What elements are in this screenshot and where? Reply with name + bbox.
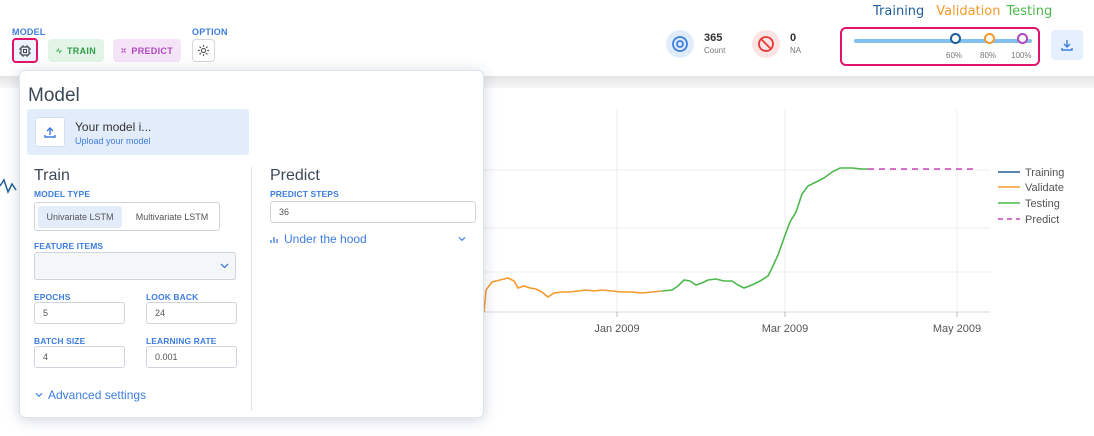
advanced-settings-label: Advanced settings	[48, 388, 147, 402]
predict-button[interactable]: PREDICT	[113, 39, 181, 62]
model-button[interactable]	[12, 38, 38, 63]
batch-size-label: BATCH SIZE	[34, 336, 86, 346]
split-handle-validation[interactable]	[984, 33, 995, 44]
panel-title: Model	[28, 85, 80, 106]
model-section-label: MODEL	[12, 27, 46, 37]
split-handle-testing[interactable]	[1017, 33, 1028, 44]
chevron-down-icon	[35, 392, 43, 398]
model-type-label: MODEL TYPE	[34, 189, 91, 199]
split-legend-testing: Testing	[1006, 4, 1053, 19]
bar-chart-icon	[270, 236, 278, 243]
activity-icon	[56, 47, 62, 54]
batch-size-input[interactable]: 4	[34, 346, 125, 368]
predict-steps-input[interactable]: 36	[270, 201, 476, 223]
look-back-input[interactable]: 24	[146, 302, 237, 324]
univariate-lstm-option[interactable]: Univariate LSTM	[38, 206, 122, 228]
feature-items-select[interactable]	[34, 252, 236, 280]
upload-link[interactable]: Upload your model	[75, 136, 151, 146]
model-type-toggle: Univariate LSTM Multivariate LSTM	[34, 202, 220, 231]
chart-gridlines	[484, 110, 990, 317]
epochs-label: EPOCHS	[34, 292, 71, 302]
chart-legend: Training Validate Testing Predict	[998, 167, 1064, 226]
target-icon	[666, 30, 694, 58]
legend-label-testing: Testing	[1025, 198, 1060, 210]
count-stat: 365 Count	[666, 30, 725, 58]
split-handle-training[interactable]	[950, 33, 961, 44]
split-legend-validation: Validation	[936, 4, 1001, 19]
x-tick-label: Mar 2009	[762, 323, 808, 335]
command-icon	[121, 48, 127, 53]
chevron-down-icon	[458, 236, 466, 242]
split-pct-label: 60%	[946, 51, 963, 60]
upload-model-card[interactable]: Your model i... Upload your model	[27, 109, 249, 155]
count-value: 365	[704, 31, 723, 44]
under-the-hood-label: Under the hood	[284, 232, 367, 246]
split-legend-training: Training	[873, 4, 925, 19]
look-back-label: LOOK BACK	[146, 292, 199, 302]
data-split-slider[interactable]: 60% 80% 100%	[840, 27, 1040, 66]
learning-rate-label: LEARNING RATE	[146, 336, 217, 346]
advanced-settings-toggle[interactable]: Advanced settings	[35, 388, 146, 402]
count-label: Count	[704, 45, 726, 55]
gear-icon	[197, 44, 210, 57]
multivariate-lstm-option[interactable]: Multivariate LSTM	[126, 206, 218, 228]
train-section-title: Train	[34, 167, 70, 184]
upload-title: Your model i...	[75, 120, 152, 134]
train-button-label: TRAIN	[67, 45, 96, 56]
under-the-hood-toggle[interactable]: Under the hood	[270, 232, 466, 246]
column-divider	[251, 167, 252, 411]
chip-icon	[19, 44, 31, 57]
chevron-down-icon	[220, 263, 229, 269]
split-pct-label: 100%	[1011, 51, 1032, 60]
option-settings-button[interactable]	[192, 39, 215, 62]
download-icon	[1061, 40, 1073, 51]
na-value: 0	[790, 31, 797, 44]
na-stat: 0 NA	[752, 30, 801, 58]
train-button[interactable]: TRAIN	[48, 39, 104, 62]
na-label: NA	[790, 45, 802, 55]
legend-label-training: Training	[1025, 167, 1064, 179]
x-tick-label: May 2009	[933, 323, 981, 335]
block-icon	[752, 30, 780, 58]
split-legend: Training Validation Testing	[873, 4, 1052, 19]
training-series-line	[0, 178, 17, 194]
testing-series-line	[661, 167, 868, 292]
learning-rate-input[interactable]: 0.001	[146, 346, 237, 368]
legend-label-predict: Predict	[1025, 214, 1059, 226]
model-panel: Model Your model i... Upload your model …	[19, 70, 484, 418]
upload-icon	[35, 117, 65, 147]
validate-series-line	[483, 277, 663, 313]
feature-items-label: FEATURE ITEMS	[34, 241, 104, 251]
option-section-label: OPTION	[192, 27, 228, 37]
split-slider-track[interactable]	[854, 39, 1032, 43]
predict-button-label: PREDICT	[131, 45, 173, 56]
x-tick-label: Jan 2009	[594, 323, 639, 335]
epochs-input[interactable]: 5	[34, 302, 125, 324]
top-toolbar: MODEL TRAIN PREDICT OPTION 365 Count 0 N…	[0, 0, 1094, 78]
legend-label-validate: Validate	[1025, 182, 1064, 194]
predict-steps-label: PREDICT STEPS	[270, 189, 339, 199]
split-pct-label: 80%	[980, 51, 997, 60]
predict-section-title: Predict	[270, 167, 320, 184]
download-button[interactable]	[1051, 30, 1083, 60]
